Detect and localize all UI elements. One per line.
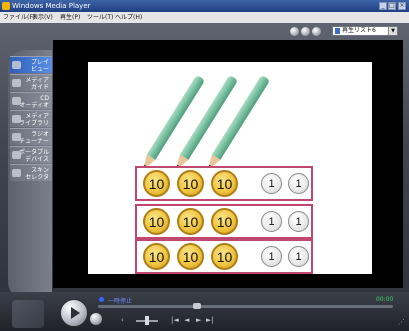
ten-coin: 10 [211,208,238,235]
sidebar-item-portable-device[interactable]: ポータブル デバイス [10,146,52,163]
sidebar-item-media-guide[interactable]: メディア ガイド [10,74,52,91]
shuffle-icon[interactable] [290,27,299,36]
pencil-image [136,74,206,178]
sidebar-item-now-playing[interactable]: プレイ ビュー [10,56,52,73]
one-coin: 1 [288,211,309,232]
menu-view[interactable]: 表示(V) [32,12,53,23]
coin-group-row: 10 10 10 1 1 [135,239,313,274]
one-coin: 1 [261,211,282,232]
pencil-image [201,74,271,178]
previous-track-icon[interactable]: |◄ [171,316,179,324]
menu-help[interactable]: ヘルプ(H) [115,12,142,23]
menu-file[interactable]: ファイル(F) [3,12,35,23]
ten-coin: 10 [143,170,170,197]
maximize-button[interactable]: □ [388,2,396,10]
pencil-image [169,74,239,178]
window-title: Windows Media Player [12,2,91,10]
media-player-icon [2,2,10,10]
portable-device-icon [12,151,21,159]
menu-play[interactable]: 再生(P) [60,12,80,23]
ten-coin: 10 [211,243,238,270]
now-playing-icon [12,61,21,69]
media-library-icon [12,115,21,123]
sidebar-item-cd-audio[interactable]: CD オーディオ [10,92,52,109]
coin-group-row: 10 10 10 1 1 [135,204,313,239]
playback-status: 一時停止 [108,298,133,305]
playlist-icon [335,28,340,34]
cd-audio-icon [12,97,21,105]
equalizer-icon[interactable] [312,27,321,36]
fast-forward-icon[interactable]: ► [196,316,201,324]
volume-thumb[interactable] [145,316,149,325]
chevron-down-icon[interactable]: ▼ [388,27,397,35]
ten-coin: 10 [143,243,170,270]
sidebar-item-radio-tuner[interactable]: ラジオ チューナー [10,128,52,145]
play-button[interactable] [60,299,88,327]
sidebar-item-media-library[interactable]: メディア ライブラリ [10,110,52,127]
seek-bar[interactable] [98,305,393,308]
minimize-button[interactable]: _ [379,2,387,10]
one-coin: 1 [288,246,309,267]
seek-thumb[interactable] [193,303,201,309]
one-coin: 1 [288,173,309,194]
one-coin: 1 [261,173,282,194]
title-bar: Windows Media Player _ □ × [0,0,409,12]
visualization-icon[interactable] [301,27,310,36]
next-track-icon[interactable]: ►| [206,316,214,324]
rewind-icon[interactable]: ◄ [184,316,189,324]
windows-logo-icon [12,300,44,328]
resize-grip-icon[interactable]: ⋰ [398,318,405,326]
menu-tools[interactable]: ツール(T) [87,12,113,23]
close-button[interactable]: × [398,2,406,10]
ten-coin: 10 [211,170,238,197]
radio-tuner-icon [12,133,21,141]
status-indicator-icon [99,297,104,302]
ten-coin: 10 [177,243,204,270]
coin-group-row: 10 10 10 1 1 [135,166,313,201]
media-guide-icon [12,79,21,87]
one-coin: 1 [261,246,282,267]
ten-coin: 10 [177,208,204,235]
ten-coin: 10 [177,170,204,197]
skin-chooser-icon [12,169,21,177]
playlist-value: 再生リスト6 [342,27,376,34]
ten-coin: 10 [143,208,170,235]
video-frame: 10 10 10 1 1 10 10 10 1 1 10 10 10 1 1 [88,62,372,274]
playlist-select[interactable]: 再生リスト6 ▼ [332,26,398,36]
sidebar-item-skin-chooser[interactable]: スキン セレクタ [10,164,52,181]
stop-button[interactable] [90,313,102,325]
mute-icon[interactable]: ‹ [121,316,124,324]
video-area[interactable]: 10 10 10 1 1 10 10 10 1 1 10 10 10 1 1 [53,40,403,288]
elapsed-time: 00:00 [376,296,394,303]
